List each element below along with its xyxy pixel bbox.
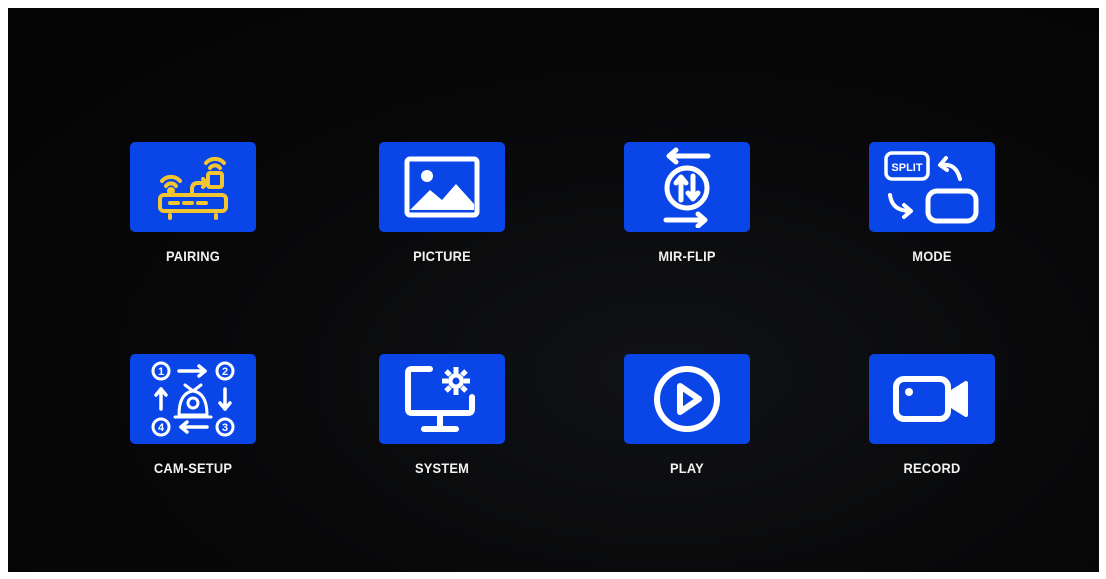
mirror-flip-icon xyxy=(652,146,722,228)
camera-setup-icon: 1 2 3 4 xyxy=(141,357,245,441)
record-button[interactable] xyxy=(869,354,995,444)
play-button[interactable] xyxy=(624,354,750,444)
record-label: RECORD xyxy=(903,460,961,476)
cam-setup-label: CAM-SETUP xyxy=(153,460,233,476)
play-icon xyxy=(649,361,725,437)
picture-button[interactable] xyxy=(379,142,505,232)
picture-icon xyxy=(402,154,482,220)
play-label: PLAY xyxy=(670,460,704,476)
cam-number-1: 1 xyxy=(158,366,164,378)
cam-number-4: 4 xyxy=(158,422,165,434)
pairing-label: PAIRING xyxy=(165,248,220,264)
mir-flip-button[interactable] xyxy=(624,142,750,232)
system-button[interactable] xyxy=(379,354,505,444)
pairing-button[interactable] xyxy=(130,142,256,232)
mode-label: MODE xyxy=(912,248,952,264)
split-mode-icon: SPLIT xyxy=(880,147,984,227)
mir-flip-label: MIR-FLIP xyxy=(658,248,716,264)
record-camera-icon xyxy=(890,369,974,429)
split-text: SPLIT xyxy=(891,162,922,174)
system-label: SYSTEM xyxy=(414,460,470,476)
mode-button[interactable]: SPLIT xyxy=(869,142,995,232)
cam-setup-button[interactable]: 1 2 3 4 xyxy=(130,354,256,444)
picture-label: PICTURE xyxy=(413,248,471,264)
cam-number-2: 2 xyxy=(222,366,228,378)
system-settings-icon xyxy=(400,361,484,437)
pairing-router-icon xyxy=(148,151,238,223)
main-menu-screen: PAIRING PICTURE MIR-FLIP SPLIT MODE 1 2 … xyxy=(8,8,1099,572)
cam-number-3: 3 xyxy=(222,422,228,434)
